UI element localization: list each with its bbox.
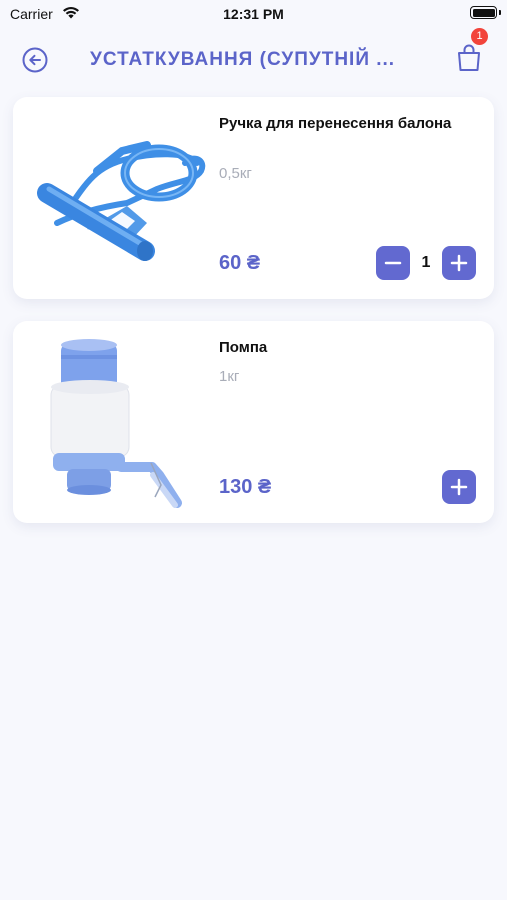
minus-icon: [384, 261, 402, 265]
plus-icon: [450, 478, 468, 496]
cart-button[interactable]: [455, 42, 483, 72]
clock: 12:31 PM: [223, 6, 284, 22]
back-button[interactable]: [22, 47, 48, 73]
product-name: Ручка для перенесення балона: [219, 115, 452, 132]
product-price: 60 ₴: [219, 252, 261, 274]
quantity-value: 1: [421, 254, 431, 271]
plus-icon: [450, 254, 468, 272]
water-pump-image: [50, 339, 182, 508]
bottle-handle-image: [37, 141, 206, 261]
add-to-cart-button[interactable]: [442, 470, 476, 504]
status-bar: Carrier 12:31 PM: [0, 0, 507, 30]
product-price: 130 ₴: [219, 476, 272, 498]
product-weight: 0,5кг: [219, 165, 252, 182]
increase-quantity-button[interactable]: [442, 246, 476, 280]
product-card[interactable]: Ручка для перенесення балона 0,5кг 60 ₴ …: [13, 97, 494, 299]
product-name: Помпа: [219, 339, 268, 356]
battery-tip: [499, 10, 501, 15]
product-weight: 1кг: [219, 368, 240, 385]
decrease-quantity-button[interactable]: [376, 246, 410, 280]
product-card[interactable]: Помпа 1кг 130 ₴: [13, 321, 494, 523]
page-title: УСТАТКУВАННЯ (СУПУТНІЙ ...: [90, 49, 396, 70]
battery-icon: [470, 6, 497, 19]
header: УСТАТКУВАННЯ (СУПУТНІЙ ...: [0, 30, 507, 88]
cart-badge: 1: [471, 28, 488, 45]
